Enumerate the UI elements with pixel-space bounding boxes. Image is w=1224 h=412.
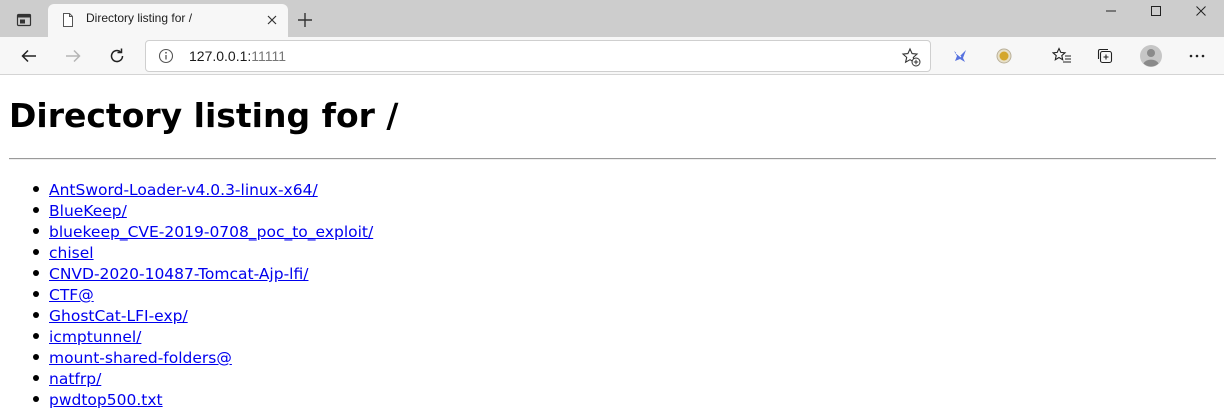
page-heading: Directory listing for /: [9, 96, 399, 135]
maximize-icon: [1151, 6, 1161, 16]
directory-link[interactable]: bluekeep_CVE-2019-0708_poc_to_exploit/: [49, 223, 373, 241]
close-tab-icon[interactable]: [264, 12, 280, 28]
list-item: CTF@: [32, 284, 373, 305]
close-window-button[interactable]: [1176, 0, 1224, 22]
refresh-button[interactable]: [103, 43, 131, 69]
info-icon[interactable]: [158, 48, 174, 64]
page-content: Directory listing for / AntSword-Loader-…: [0, 76, 1224, 412]
symlink-link[interactable]: CTF@: [49, 286, 94, 304]
plus-icon: [298, 13, 312, 27]
tab-title: Directory listing for /: [86, 11, 193, 25]
address-url[interactable]: 127.0.0.1:11111: [189, 48, 286, 64]
minimize-icon: [1106, 10, 1116, 12]
new-tab-button[interactable]: [294, 9, 316, 31]
tab-strip: Directory listing for /: [0, 0, 1224, 37]
bird-extension-icon[interactable]: [946, 43, 974, 69]
list-item: BlueKeep/: [32, 200, 373, 221]
list-item: GhostCat-LFI-exp/: [32, 305, 373, 326]
forward-arrow-icon: [66, 49, 81, 63]
heading-divider: [9, 158, 1216, 160]
directory-link[interactable]: icmptunnel/: [49, 328, 141, 346]
url-port: 11111: [251, 48, 287, 64]
address-bar[interactable]: 127.0.0.1:11111: [145, 40, 931, 72]
active-tab[interactable]: Directory listing for /: [48, 4, 288, 37]
list-item: chisel: [32, 242, 373, 263]
directory-link[interactable]: AntSword-Loader-v4.0.3-linux-x64/: [49, 181, 318, 199]
directory-list: AntSword-Loader-v4.0.3-linux-x64/ BlueKe…: [9, 179, 373, 410]
directory-link[interactable]: BlueKeep/: [49, 202, 127, 220]
profile-avatar-icon[interactable]: [1137, 43, 1165, 69]
browser-toolbar: 127.0.0.1:11111: [0, 37, 1224, 75]
directory-link[interactable]: natfrp/: [49, 370, 101, 388]
tab-actions-icon[interactable]: [12, 9, 36, 31]
list-item: bluekeep_CVE-2019-0708_poc_to_exploit/: [32, 221, 373, 242]
maximize-button[interactable]: [1131, 0, 1181, 22]
more-button[interactable]: [1183, 43, 1211, 69]
back-button[interactable]: [15, 43, 43, 69]
circle-extension-icon[interactable]: [990, 43, 1018, 69]
favorites-icon: [1052, 47, 1071, 63]
favorites-button[interactable]: [1048, 43, 1076, 69]
symlink-link[interactable]: mount-shared-folders@: [49, 349, 232, 367]
list-item: AntSword-Loader-v4.0.3-linux-x64/: [32, 179, 373, 200]
minimize-button[interactable]: [1086, 0, 1136, 22]
star-plus-icon[interactable]: [901, 47, 921, 67]
list-item: icmptunnel/: [32, 326, 373, 347]
more-icon: [1189, 54, 1205, 58]
page-icon: [60, 12, 76, 28]
back-arrow-icon: [21, 49, 36, 63]
list-item: natfrp/: [32, 368, 373, 389]
list-item: pwdtop500.txt: [32, 389, 373, 410]
directory-link[interactable]: CNVD-2020-10487-Tomcat-Ajp-lfi/: [49, 265, 308, 283]
url-host: 127.0.0.1:: [189, 48, 252, 64]
list-item: mount-shared-folders@: [32, 347, 373, 368]
collections-icon: [1097, 48, 1113, 64]
list-item: CNVD-2020-10487-Tomcat-Ajp-lfi/: [32, 263, 373, 284]
close-icon: [1196, 6, 1206, 16]
forward-button[interactable]: [59, 43, 87, 69]
collections-button[interactable]: [1091, 43, 1119, 69]
refresh-icon: [110, 48, 124, 63]
file-link[interactable]: pwdtop500.txt: [49, 391, 163, 409]
directory-link[interactable]: GhostCat-LFI-exp/: [49, 307, 188, 325]
file-link[interactable]: chisel: [49, 244, 94, 262]
